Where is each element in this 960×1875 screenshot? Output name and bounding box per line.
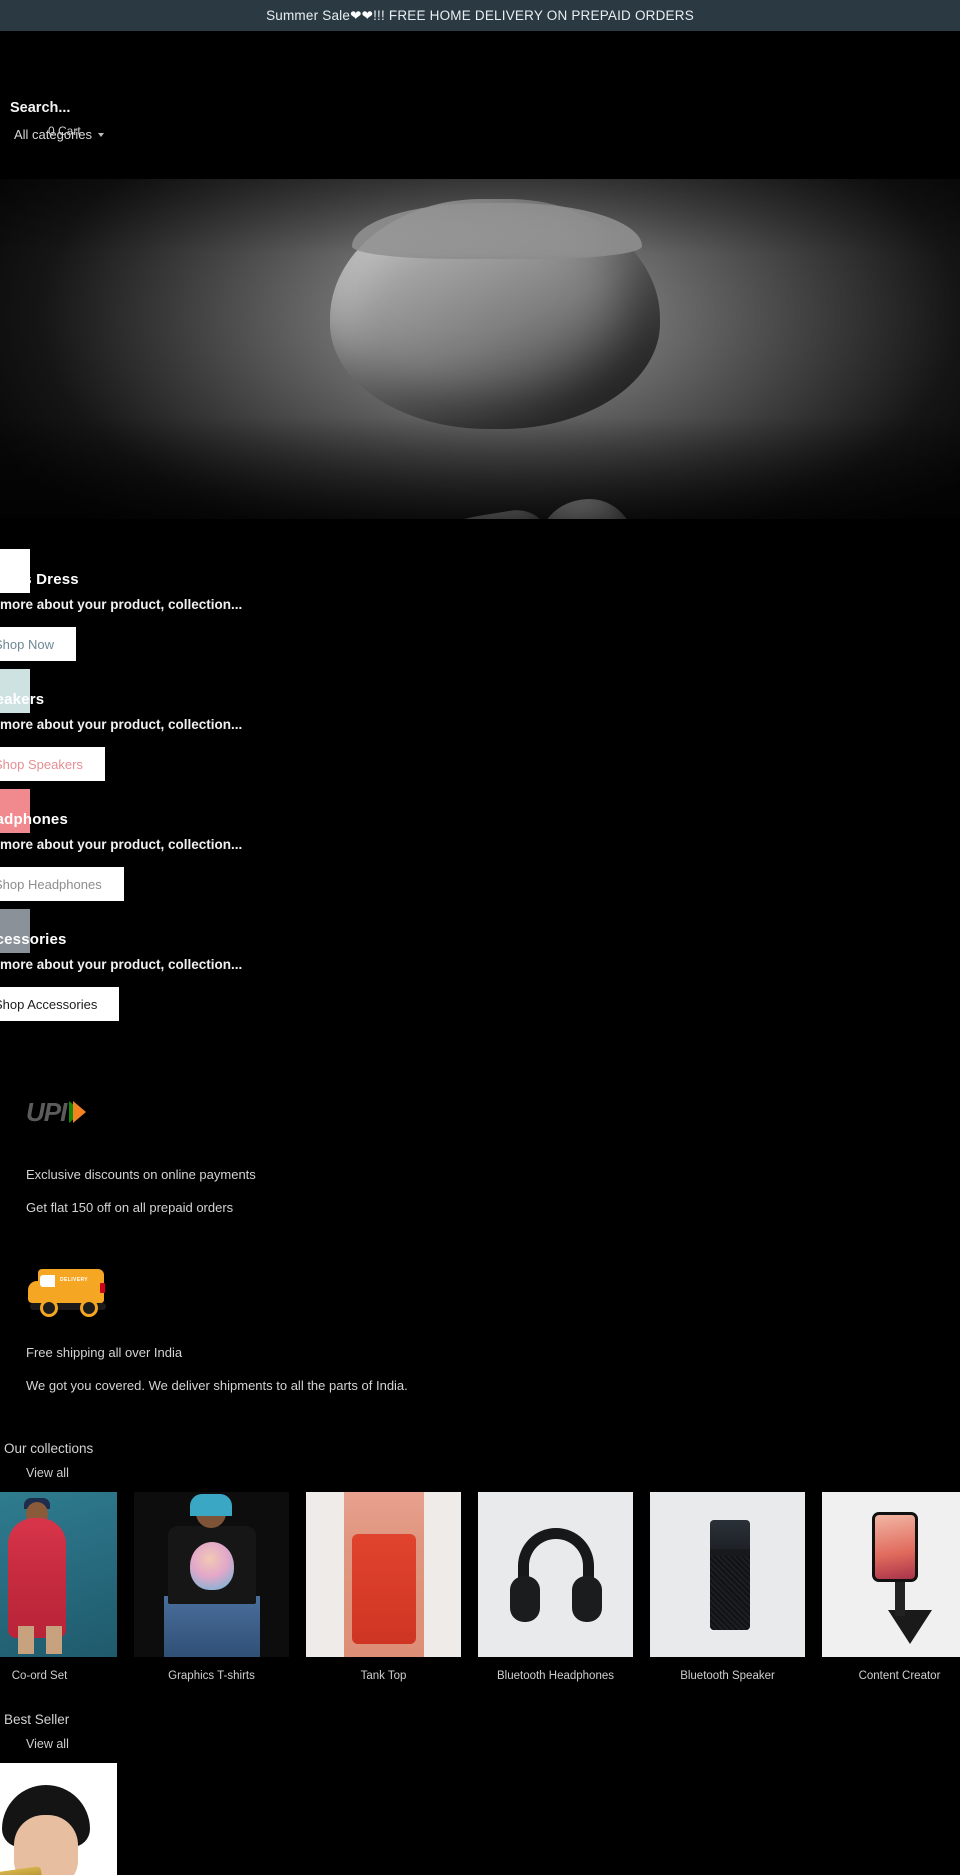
- feature-free-shipping: DELIVERY Free shipping all over India We…: [0, 1263, 960, 1393]
- collection-thumbnail: [650, 1492, 805, 1657]
- thumb-shape: [164, 1596, 260, 1657]
- section-title: Best Seller: [4, 1712, 70, 1727]
- collection-thumbnail: [478, 1492, 633, 1657]
- promo-title: Speakers: [0, 691, 45, 708]
- chevron-down-icon: [98, 132, 105, 137]
- thumb-shape: [872, 1512, 918, 1582]
- collection-thumbnail: [134, 1492, 289, 1657]
- collection-caption: Content Creator: [858, 1670, 941, 1682]
- thumb-shape: [8, 1518, 66, 1638]
- thumb-shape: [46, 1626, 62, 1654]
- bestseller-view-all-link[interactable]: View all: [26, 1737, 69, 1751]
- promo-subtitle: Tell more about your product, collection…: [0, 597, 243, 612]
- promo-list: T-shirts Dress Tell more about your prod…: [0, 519, 960, 1029]
- bestseller-thumbnail: [0, 1763, 117, 1875]
- upi-arrow-orange-icon: [73, 1101, 86, 1123]
- collections-view-all-link[interactable]: View all: [26, 1466, 69, 1480]
- thumb-shape: [14, 1815, 78, 1875]
- promo-headphones: Headphones Tell more about your product,…: [0, 789, 960, 909]
- truck-taillight: [100, 1283, 105, 1293]
- collection-card[interactable]: Bluetooth Headphones: [478, 1492, 633, 1682]
- search-row: [10, 99, 310, 117]
- collection-card[interactable]: Graphics T-shirts: [134, 1492, 289, 1682]
- promo-subtitle: Tell more about your product, collection…: [0, 717, 243, 732]
- collection-caption: Graphics T-shirts: [168, 1670, 255, 1682]
- hero-banner[interactable]: [0, 179, 960, 519]
- thumb-shape: [710, 1556, 750, 1630]
- promo-accessories: Accessories Tell more about your product…: [0, 909, 960, 1029]
- search-input[interactable]: [10, 100, 310, 116]
- collection-thumbnail: [0, 1492, 117, 1657]
- section-title: Our collections: [4, 1441, 94, 1456]
- bestseller-section: Best Seller View all: [0, 1712, 960, 1875]
- collection-card[interactable]: Bluetooth Speaker: [650, 1492, 805, 1682]
- truck-wheel-rear: [80, 1299, 98, 1317]
- thumb-shape: [190, 1494, 232, 1516]
- truck-label: DELIVERY: [60, 1277, 89, 1283]
- collection-caption: Bluetooth Headphones: [496, 1670, 614, 1682]
- heart-icon: ❤❤: [350, 7, 374, 23]
- promo-tshirts-dress: T-shirts Dress Tell more about your prod…: [0, 549, 960, 669]
- shop-accessories-button[interactable]: Shop Accessories: [0, 987, 120, 1021]
- thumb-shape: [18, 1626, 34, 1654]
- thumb-shape: [190, 1542, 234, 1590]
- collections-card-row: Co-ord Set Graphics T-shirts Tank Top Bl…: [0, 1492, 960, 1682]
- hero-vignette: [0, 179, 960, 519]
- collection-card[interactable]: Tank Top: [306, 1492, 461, 1682]
- promo-subtitle: Tell more about your product, collection…: [0, 837, 243, 852]
- collection-caption: Co-ord Set: [11, 1670, 68, 1682]
- delivery-truck-icon: DELIVERY: [28, 1263, 108, 1319]
- promo-title: T-shirts Dress: [0, 571, 79, 588]
- promo-speakers: Speakers Tell more about your product, c…: [0, 669, 960, 789]
- feature-subtitle: Get flat 150 off on all prepaid orders: [26, 1200, 234, 1215]
- site-header: All categories 0 Cart Home All Products …: [0, 31, 960, 213]
- collections-header: Our collections View all: [2, 1441, 960, 1482]
- thumb-shape: [572, 1576, 602, 1622]
- thumb-shape: [510, 1576, 540, 1622]
- shop-now-button[interactable]: Shop Now: [0, 627, 76, 661]
- collection-card[interactable]: Co-ord Set: [0, 1492, 117, 1682]
- collection-caption: Bluetooth Speaker: [680, 1670, 775, 1682]
- cart-link[interactable]: 0 Cart: [48, 124, 81, 138]
- truck-wheel-front: [40, 1299, 58, 1317]
- announcement-bar: Summer Sale ❤❤!!! FREE HOME DELIVERY ON P…: [0, 0, 960, 31]
- feature-title: Exclusive discounts on online payments: [26, 1167, 256, 1182]
- promo-title: Headphones: [0, 811, 69, 828]
- feature-list: UPI Exclusive discounts on online paymen…: [0, 1029, 960, 1393]
- collection-thumbnail: [306, 1492, 461, 1657]
- thumb-shape: [352, 1534, 416, 1644]
- collections-section: Our collections View all Co-ord Set Grap…: [0, 1441, 960, 1682]
- shop-speakers-button[interactable]: Shop Speakers: [0, 747, 105, 781]
- collection-thumbnail: [822, 1492, 960, 1657]
- truck-window: [40, 1275, 55, 1287]
- announcement-text-after: !!! FREE HOME DELIVERY ON PREPAID ORDERS: [373, 8, 694, 23]
- announcement-text-before: Summer Sale: [266, 8, 351, 23]
- feature-subtitle: We got you covered. We deliver shipments…: [26, 1378, 408, 1393]
- cart-count-label: 0 Cart: [48, 124, 81, 138]
- shop-headphones-button[interactable]: Shop Headphones: [0, 867, 124, 901]
- bestseller-card[interactable]: [0, 1763, 117, 1875]
- feature-title: Free shipping all over India: [26, 1345, 183, 1360]
- promo-subtitle: Tell more about your product, collection…: [0, 957, 243, 972]
- collection-caption: Tank Top: [360, 1670, 407, 1682]
- promo-title: Accessories: [0, 931, 67, 948]
- upi-logo-icon: UPI: [26, 1099, 90, 1125]
- bestseller-card-row: [0, 1763, 960, 1875]
- bestseller-header: Best Seller View all: [2, 1712, 960, 1753]
- collection-card[interactable]: Content Creator: [822, 1492, 960, 1682]
- feature-upi-discount: UPI Exclusive discounts on online paymen…: [0, 1099, 960, 1215]
